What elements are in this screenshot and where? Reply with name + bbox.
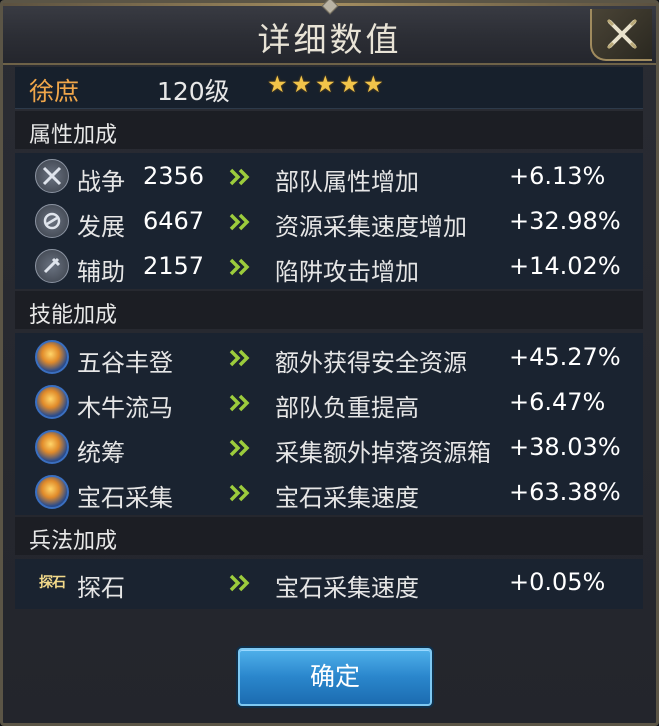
harvest-skill-icon [35, 340, 69, 374]
double-arrow-icon [229, 349, 250, 367]
attribute-value: 2356 [143, 162, 205, 190]
attribute-section-title: 属性加成 [29, 123, 118, 148]
star-icon: ★ [267, 72, 288, 98]
bonus-description: 宝石采集速度 [275, 484, 419, 512]
skill-row: 统筹 采集额外掉落资源箱 +38.03% [15, 426, 643, 471]
double-arrow-icon [229, 213, 250, 231]
confirm-button[interactable]: 确定 [238, 648, 432, 706]
panel-header: 详细数值 [3, 0, 656, 65]
bonus-description: 部队属性增加 [275, 168, 419, 196]
skill-name: 统筹 [77, 439, 125, 467]
hero-summary: 徐庶 120级 ★ ★ ★ ★ ★ [15, 67, 643, 109]
attribute-section: 战争 2356 部队属性增加 +6.13% 发展 6467 资源采集速度增加 +… [15, 153, 643, 289]
bonus-description: 部队负重提高 [275, 394, 419, 422]
bonus-value: +38.03% [509, 433, 621, 461]
skill-section: 五谷丰登 额外获得安全资源 +45.27% 木牛流马 部队负重提高 +6.47%… [15, 333, 643, 515]
bonus-description: 资源采集速度增加 [275, 213, 467, 241]
star-icon: ★ [291, 72, 312, 98]
skill-section-header: 技能加成 [15, 291, 643, 329]
tactic-section: 探石 探石 宝石采集速度 +0.05% [15, 559, 643, 609]
bonus-value: +6.47% [509, 388, 606, 416]
tan-shi-icon: 探石 [35, 565, 69, 599]
double-arrow-icon [229, 258, 250, 276]
attribute-name: 辅助 [77, 258, 125, 286]
detail-stats-panel: 详细数值 徐庶 120级 ★ ★ ★ ★ ★ 属性加成 战争 2356 部队属性… [0, 0, 659, 726]
panel-title: 详细数值 [257, 20, 402, 59]
skill-name: 宝石采集 [77, 484, 173, 512]
attribute-name: 发展 [77, 213, 125, 241]
bonus-value: +0.05% [509, 568, 606, 596]
tactic-row: 探石 探石 宝石采集速度 +0.05% [15, 561, 643, 606]
gem-gathering-skill-icon [35, 475, 69, 509]
tactic-name: 探石 [77, 574, 125, 602]
attribute-value: 2157 [143, 252, 205, 280]
star-icon: ★ [363, 72, 384, 98]
attribute-row-support: 辅助 2157 陷阱攻击增加 +14.02% [15, 245, 643, 290]
attribute-section-header: 属性加成 [15, 111, 643, 149]
war-icon [35, 159, 69, 193]
bonus-value: +14.02% [509, 252, 621, 280]
hero-star-rating: ★ ★ ★ ★ ★ [267, 73, 385, 97]
close-icon [606, 18, 638, 50]
double-arrow-icon [229, 484, 250, 502]
bonus-value: +63.38% [509, 478, 621, 506]
wooden-ox-skill-icon [35, 385, 69, 419]
double-arrow-icon [229, 394, 250, 412]
bonus-description: 陷阱攻击增加 [275, 258, 419, 286]
bonus-description: 采集额外掉落资源箱 [275, 439, 491, 467]
star-icon: ★ [339, 72, 360, 98]
bonus-value: +45.27% [509, 343, 621, 371]
double-arrow-icon [229, 439, 250, 457]
skill-name: 五谷丰登 [77, 349, 173, 377]
skill-row: 宝石采集 宝石采集速度 +63.38% [15, 471, 643, 516]
attribute-row-war: 战争 2356 部队属性增加 +6.13% [15, 155, 643, 200]
support-icon [35, 249, 69, 283]
attribute-row-development: 发展 6467 资源采集速度增加 +32.98% [15, 200, 643, 245]
bonus-value: +32.98% [509, 207, 621, 235]
tan-shi-icon-glyph: 探石 [39, 575, 66, 591]
bonus-value: +6.13% [509, 162, 606, 190]
tactic-section-title: 兵法加成 [29, 529, 118, 554]
hero-name: 徐庶 [29, 77, 80, 106]
tactic-section-header: 兵法加成 [15, 517, 643, 555]
bonus-description: 宝石采集速度 [275, 574, 419, 602]
skill-name: 木牛流马 [77, 394, 173, 422]
skill-row: 木牛流马 部队负重提高 +6.47% [15, 381, 643, 426]
bonus-description: 额外获得安全资源 [275, 349, 467, 377]
double-arrow-icon [229, 574, 250, 592]
double-arrow-icon [229, 168, 250, 186]
star-icon: ★ [315, 72, 336, 98]
planning-skill-icon [35, 430, 69, 464]
close-button[interactable] [590, 9, 652, 61]
attribute-name: 战争 [77, 168, 125, 196]
skill-row: 五谷丰登 额外获得安全资源 +45.27% [15, 336, 643, 381]
attribute-value: 6467 [143, 207, 205, 235]
development-icon [35, 204, 69, 238]
hero-level: 120级 [157, 77, 230, 106]
skill-section-title: 技能加成 [29, 303, 118, 328]
